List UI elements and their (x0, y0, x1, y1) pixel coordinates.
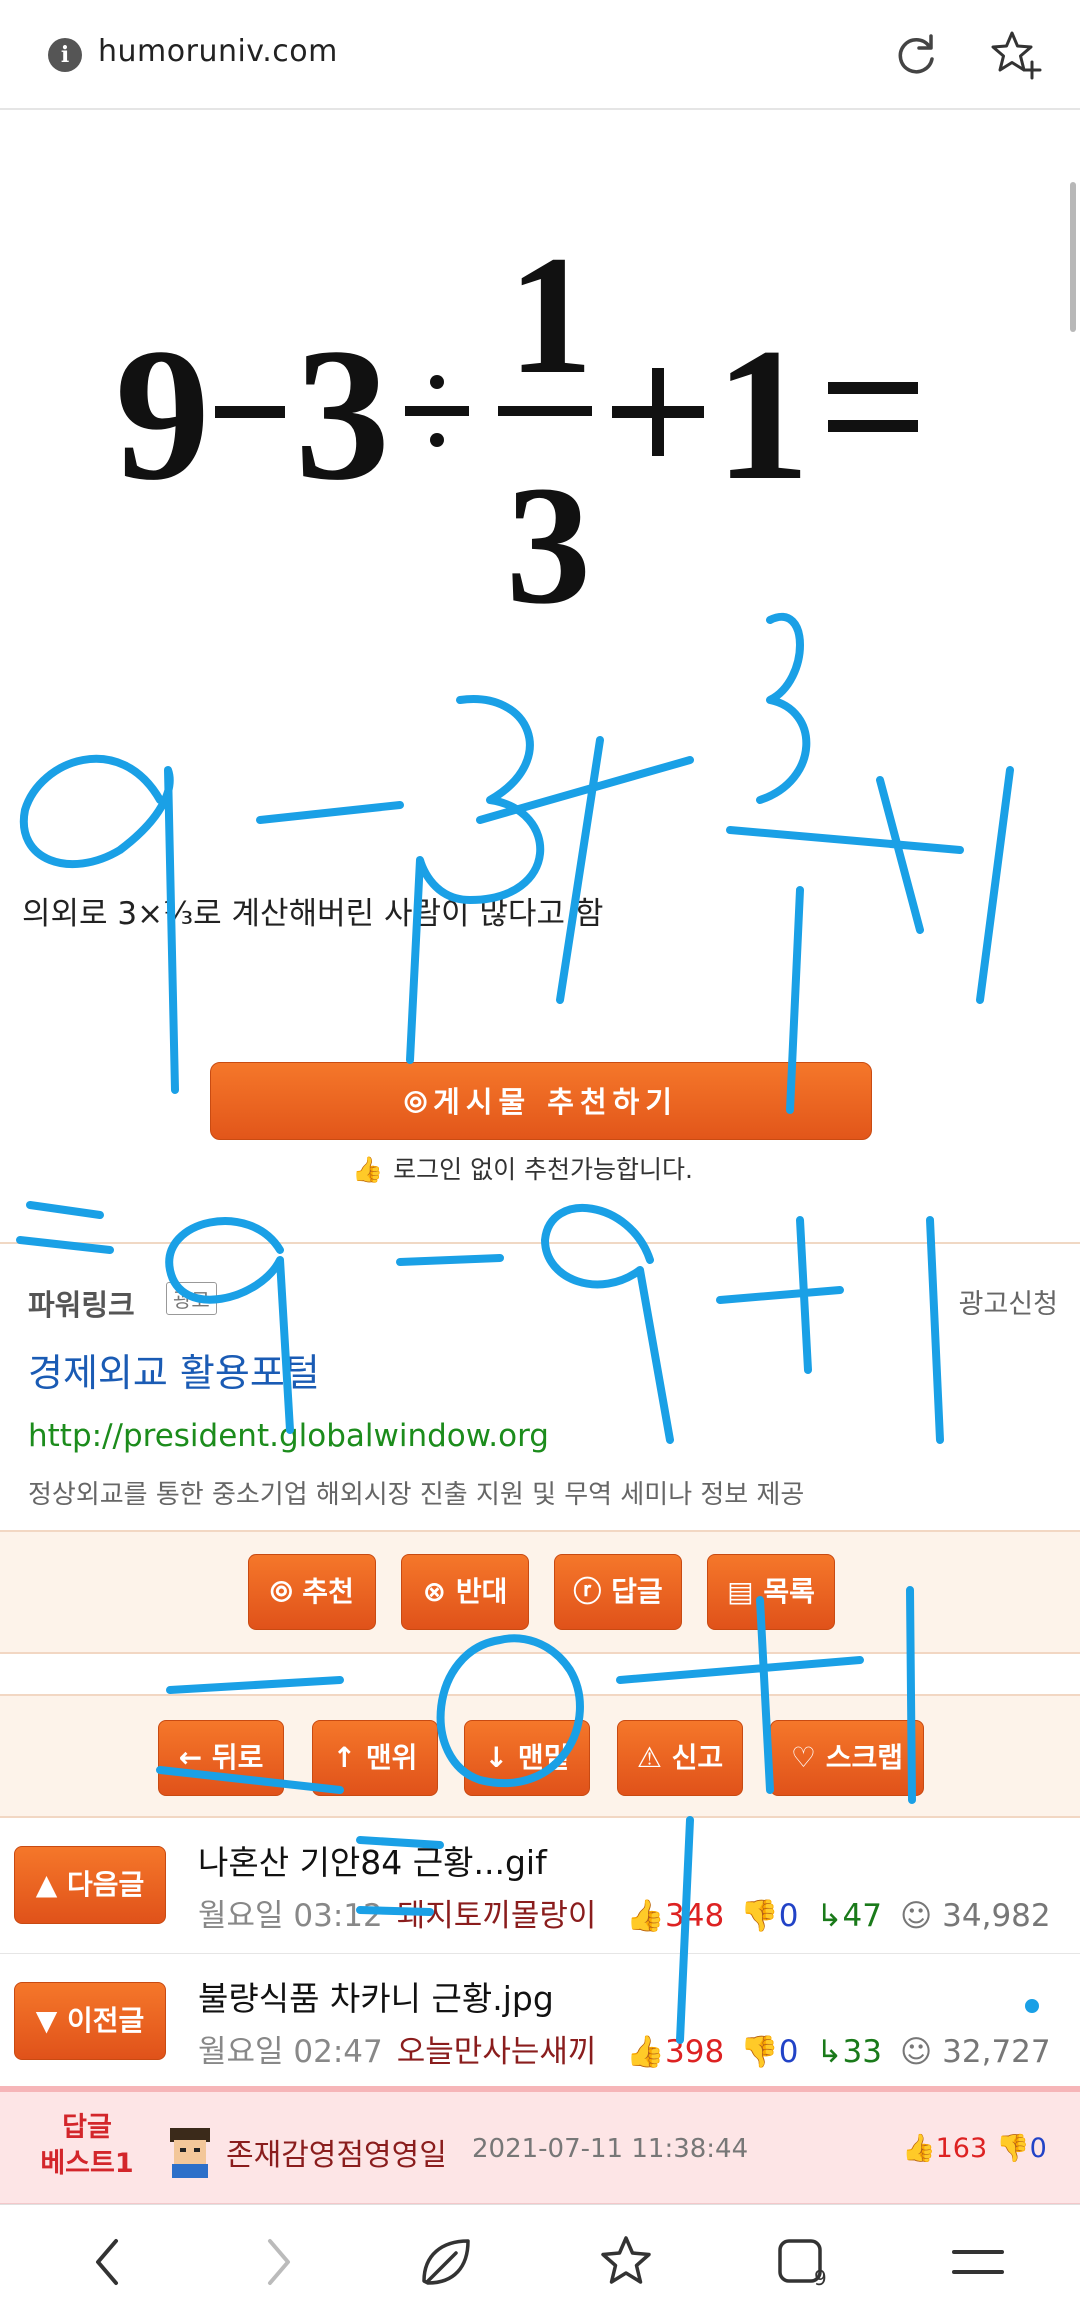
reply-count: ↳33 (816, 2034, 882, 2070)
login-note: 👍 로그인 없이 추천가능합니다. (352, 1150, 693, 1186)
add-bookmark-icon[interactable] (988, 28, 1042, 82)
login-note-text: 로그인 없이 추천가능합니다. (393, 1155, 693, 1184)
recommend-button[interactable]: ⦾ 추천 (248, 1554, 376, 1630)
best-label-line2: 베스트1 (40, 2148, 134, 2179)
eq-minus (215, 406, 285, 418)
post-time: 월요일 02:47 (198, 2034, 383, 2070)
report-button[interactable]: ⚠ 신고 (617, 1720, 743, 1796)
prev-post-row[interactable]: ▼ 이전글 불량식품 차카니 근황.jpg 월요일 02:47 오늘만사는새끼 👍3… (0, 1954, 1080, 2090)
post-image-equation: 9 3 1 3 1 (20, 110, 1060, 730)
eq-one: 1 (715, 310, 810, 520)
eq-three: 3 (295, 310, 390, 520)
recommend-post-button[interactable]: ⦾게시물 추천하기 (210, 1062, 872, 1140)
info-icon[interactable]: i (48, 38, 82, 72)
next-post-meta: 월요일 03:12 돼지토끼몰랑이 👍348 👎0 ↳47 ☺ 34,982 (198, 1890, 1051, 1935)
svg-text:9: 9 (814, 2266, 827, 2289)
upvote-count: 👍348 (626, 1898, 725, 1934)
ad-url-link[interactable]: http://president.globalwindow.org (28, 1418, 549, 1454)
scroll-bottom-button[interactable]: ↓ 맨밑 (464, 1720, 590, 1796)
thumbs-up-icon: 👍 (352, 1155, 384, 1184)
best-reply-user[interactable]: 존재감영점영영일 (226, 2130, 447, 2174)
reply-button[interactable]: ⓡ 답글 (554, 1554, 682, 1630)
best-reply-date: 2021-07-11 11:38:44 (472, 2134, 749, 2164)
tabs-icon[interactable]: 9 (774, 2235, 834, 2289)
leaf-icon[interactable] (416, 2235, 476, 2289)
url-text[interactable]: humoruniv.com (98, 34, 338, 69)
ad-title-link[interactable]: 경제외교 활용포털 (28, 1342, 320, 1397)
post-time: 월요일 03:12 (198, 1898, 383, 1934)
post-author[interactable]: 돼지토끼몰랑이 (397, 1898, 597, 1934)
next-post-row[interactable]: ▲ 다음글 나혼산 기안84 근황...gif 월요일 03:12 돼지토끼몰랑이… (0, 1818, 1080, 1954)
oppose-button[interactable]: ⊗ 반대 (401, 1554, 529, 1630)
ad-badge: 광고 (166, 1282, 217, 1315)
back-button[interactable]: ← 뒤로 (158, 1720, 284, 1796)
downvote-count: 👎0 (740, 1898, 799, 1934)
prev-post-title[interactable]: 불량식품 차카니 근황.jpg (198, 1972, 554, 2020)
prev-post-meta: 월요일 02:47 오늘만사는새끼 👍398 👎0 ↳33 ☺ 32,727 (198, 2026, 1051, 2071)
menu-icon[interactable] (948, 2235, 1008, 2289)
ad-description: 정상외교를 통한 중소기업 해외시장 진출 지원 및 무역 세미나 정보 제공 (28, 1480, 805, 1510)
reload-icon[interactable] (893, 32, 939, 78)
next-post-title[interactable]: 나혼산 기안84 근황...gif (198, 1836, 547, 1884)
avatar (170, 2128, 210, 2178)
eq-divide-dot-bottom (430, 433, 444, 447)
powerlink-label: 파워링크 (28, 1288, 135, 1322)
scrap-button[interactable]: ♡ 스크랩 (770, 1720, 924, 1796)
eq-equals-top (828, 382, 918, 394)
post-author[interactable]: 오늘만사는새끼 (397, 2034, 597, 2070)
browser-bottom-bar: 9 (0, 2204, 1080, 2312)
scroll-top-button[interactable]: ↑ 맨위 (312, 1720, 438, 1796)
back-arrow-icon[interactable] (80, 2235, 140, 2289)
view-count: ☺ 34,982 (899, 1898, 1051, 1934)
page-navigation: ← 뒤로 ↑ 맨위 ↓ 맨밑 ⚠ 신고 ♡ 스크랩 (0, 1694, 1080, 1818)
reply-count: ↳47 (816, 1898, 882, 1934)
eq-plus-v (652, 368, 664, 456)
view-count: ☺ 32,727 (899, 2034, 1051, 2070)
downvote-count: 👎0 (740, 2034, 799, 2070)
list-button[interactable]: ▤ 목록 (707, 1554, 835, 1630)
eq-divide-dot-top (430, 375, 444, 389)
eq-nine: 9 (115, 310, 210, 520)
ad-apply-link[interactable]: 광고신청 (959, 1282, 1058, 1321)
best-reply-label: 답글 베스트1 (22, 2110, 152, 2182)
eq-equals-bottom (828, 420, 918, 432)
post-caption: 의외로 3×⅓로 계산해버린 사람이 많다고 함 (22, 896, 604, 932)
eq-numerator: 1 (508, 221, 593, 409)
prev-post-button[interactable]: ▼ 이전글 (14, 1982, 166, 2060)
bookmark-star-icon[interactable] (596, 2235, 656, 2289)
scrollbar-thumb[interactable] (1070, 182, 1076, 332)
best-reply-downvotes: 👎0 (996, 2133, 1047, 2164)
best-reply-row[interactable]: 답글 베스트1 존재감영점영영일 2021-07-11 11:38:44 👍16… (0, 2086, 1080, 2204)
divider (0, 1242, 1080, 1244)
next-post-button[interactable]: ▲ 다음글 (14, 1846, 166, 1924)
eq-divide-bar (405, 406, 469, 416)
forward-arrow-icon[interactable] (246, 2235, 306, 2289)
eq-denominator: 3 (506, 451, 591, 639)
best-reply-upvotes: 👍163 (902, 2133, 988, 2164)
browser-address-bar: i humoruniv.com (0, 0, 1080, 110)
post-actions: ⦾ 추천 ⊗ 반대 ⓡ 답글 ▤ 목록 (0, 1530, 1080, 1654)
best-label-line1: 답글 (62, 2112, 112, 2143)
upvote-count: 👍398 (626, 2034, 725, 2070)
eq-fraction-bar (498, 406, 592, 416)
